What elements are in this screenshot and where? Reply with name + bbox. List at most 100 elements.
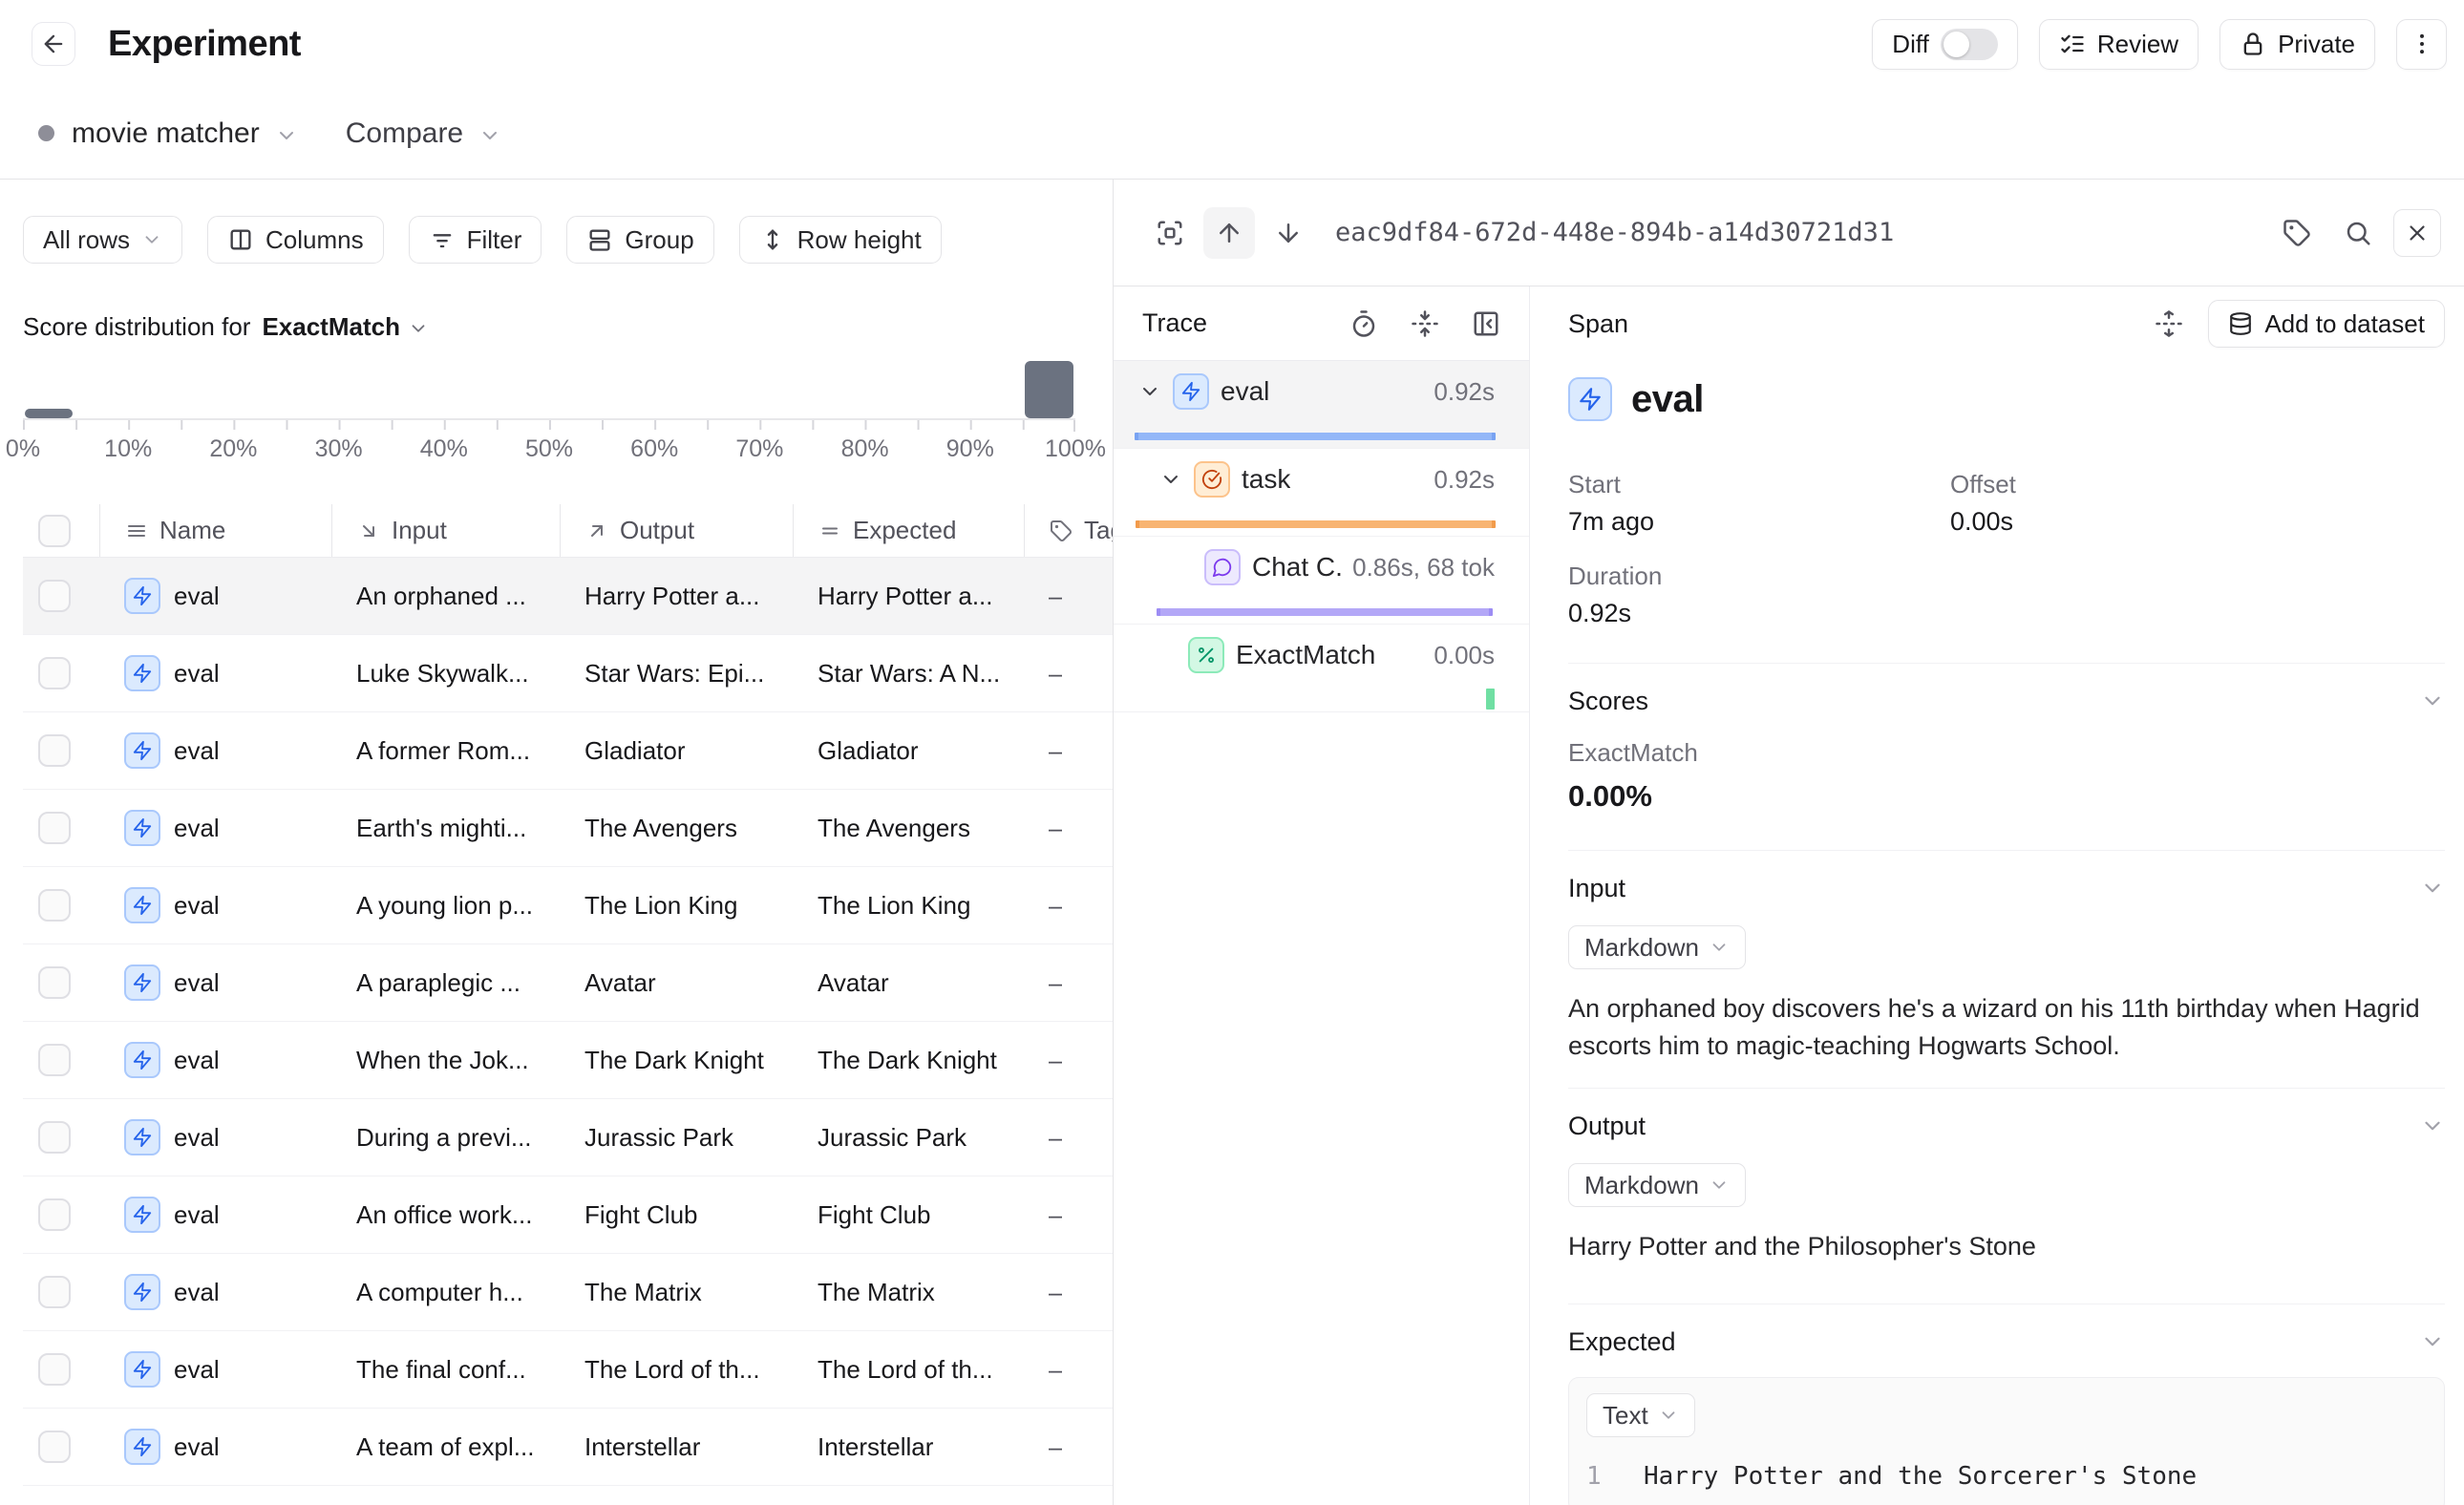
timeline-bar [1135, 433, 1496, 440]
timer-icon[interactable] [1349, 309, 1378, 338]
more-menu-button[interactable] [2396, 19, 2447, 70]
row-checkbox[interactable] [38, 734, 71, 767]
duration-value: 0.92s [1568, 599, 1950, 628]
row-output: Avatar [584, 968, 656, 998]
row-input: The final conf... [356, 1355, 526, 1385]
arrow-down-icon [1274, 219, 1303, 247]
table-row[interactable]: eval The final conf... The Lord of th...… [23, 1331, 1113, 1409]
diff-toggle-button[interactable]: Diff [1872, 19, 2018, 70]
private-label: Private [2278, 30, 2355, 59]
table-row[interactable]: eval An office work... Fight Club Fight … [23, 1176, 1113, 1254]
row-checkbox[interactable] [38, 1353, 71, 1386]
compare-selector[interactable]: Compare [346, 117, 463, 150]
span-name: task [1242, 464, 1290, 495]
table-row[interactable]: eval During a previ... Jurassic Park Jur… [23, 1099, 1113, 1176]
row-checkbox[interactable] [38, 1431, 71, 1463]
row-checkbox[interactable] [38, 1276, 71, 1308]
diff-toggle-switch[interactable] [1941, 29, 1998, 60]
table-row[interactable]: eval A young lion p... The Lion King The… [23, 867, 1113, 944]
input-format-dropdown[interactable]: Markdown [1568, 925, 1746, 969]
table-row[interactable]: eval A former Rom... Gladiator Gladiator… [23, 712, 1113, 790]
row-checkbox[interactable] [38, 1121, 71, 1154]
zap-icon [124, 578, 160, 614]
axis-tick-label: 70% [735, 435, 783, 463]
database-icon [2228, 311, 2253, 336]
back-button[interactable] [32, 22, 75, 66]
table-row[interactable]: eval Earth's mighti... The Avengers The … [23, 790, 1113, 867]
columns-button[interactable]: Columns [207, 216, 384, 264]
row-height-button[interactable]: Row height [739, 216, 942, 264]
column-header-output[interactable]: Output [560, 504, 793, 557]
trace-row-exactmatch[interactable]: ExactMatch 0.00s [1114, 625, 1529, 712]
arrow-down-right-icon [357, 519, 380, 542]
filter-icon [429, 226, 456, 253]
row-checkbox[interactable] [38, 580, 71, 612]
column-header-expected[interactable]: Expected [793, 504, 1024, 557]
private-button[interactable]: Private [2220, 19, 2375, 70]
score-distribution-selector[interactable]: Score distribution for ExactMatch [23, 311, 1113, 342]
trace-detail-pane: eac9df84-672d-448e-894b-a14d30721d31 [1114, 180, 2464, 1505]
chevron-down-icon[interactable] [1138, 380, 1161, 403]
table-row[interactable]: eval A computer h... The Matrix The Matr… [23, 1254, 1113, 1331]
group-button[interactable]: Group [566, 216, 713, 264]
panel-left-icon[interactable] [1472, 309, 1500, 338]
row-tags: – [1049, 891, 1062, 921]
table-row[interactable]: eval When the Jok... The Dark Knight The… [23, 1022, 1113, 1099]
input-section-header[interactable]: Input [1568, 851, 2445, 904]
row-checkbox[interactable] [38, 812, 71, 844]
review-button[interactable]: Review [2039, 19, 2198, 70]
collapse-vertical-icon[interactable] [1411, 309, 1439, 338]
rows-filter-dropdown[interactable]: All rows [23, 216, 182, 264]
table-row[interactable]: eval A team of expl... Interstellar Inte… [23, 1409, 1113, 1486]
chevron-down-icon[interactable] [1159, 468, 1182, 491]
tag-icon[interactable] [2271, 207, 2323, 259]
project-selector[interactable]: movie matcher [72, 117, 260, 150]
expected-format-dropdown[interactable]: Text [1586, 1393, 1695, 1437]
group-icon [586, 226, 613, 253]
expand-vertical-icon[interactable] [2155, 309, 2183, 338]
select-all-checkbox[interactable] [38, 515, 71, 547]
trace-row-eval[interactable]: eval 0.92s [1114, 361, 1529, 449]
focus-icon[interactable] [1144, 207, 1196, 259]
output-format-dropdown[interactable]: Markdown [1568, 1163, 1746, 1207]
trace-row-task[interactable]: task 0.92s [1114, 449, 1529, 537]
trace-id: eac9df84-672d-448e-894b-a14d30721d31 [1335, 218, 2263, 247]
table-row[interactable]: eval Luke Skywalk... Star Wars: Epi... S… [23, 635, 1113, 712]
chevron-down-icon [2420, 689, 2445, 713]
row-tags: – [1049, 659, 1062, 689]
search-icon[interactable] [2332, 207, 2384, 259]
row-checkbox[interactable] [38, 1198, 71, 1231]
span-detail: Span Add to dataset [1530, 286, 2464, 1505]
filter-button[interactable]: Filter [409, 216, 542, 264]
column-header-input[interactable]: Input [331, 504, 560, 557]
row-checkbox[interactable] [38, 657, 71, 689]
row-checkbox[interactable] [38, 889, 71, 922]
row-name: eval [174, 1123, 220, 1153]
axis-tick-label: 40% [420, 435, 468, 463]
histogram-axis-labels: 0% 10% 20% 30% 40% 50% 60% 70% [23, 435, 1075, 464]
trace-tree: Trace [1114, 286, 1530, 1505]
checklist-icon [2059, 31, 2086, 57]
scores-section-header[interactable]: Scores [1568, 664, 2445, 717]
previous-row-button[interactable] [1203, 207, 1255, 259]
chevron-down-icon [2420, 876, 2445, 901]
table-row[interactable]: eval An orphaned ... Harry Potter a... H… [23, 558, 1113, 635]
row-checkbox[interactable] [38, 1044, 71, 1076]
chevron-down-icon [2420, 1329, 2445, 1354]
close-panel-button[interactable] [2393, 209, 2441, 257]
row-checkbox[interactable] [38, 966, 71, 999]
histogram-bar-100pct[interactable] [1025, 361, 1073, 418]
output-section-header[interactable]: Output [1568, 1089, 2445, 1142]
column-header-name[interactable]: Name [99, 504, 331, 557]
table-row[interactable]: eval A paraplegic ... Avatar Avatar – [23, 944, 1113, 1022]
zap-icon [124, 810, 160, 846]
next-row-button[interactable] [1263, 207, 1314, 259]
add-to-dataset-button[interactable]: Add to dataset [2208, 300, 2445, 348]
zap-icon [124, 1197, 160, 1233]
column-header-tags[interactable]: Tags [1024, 504, 1114, 557]
row-name: eval [174, 1200, 220, 1230]
histogram-bar-0pct[interactable] [25, 409, 73, 418]
expected-section-header[interactable]: Expected [1568, 1304, 2445, 1358]
trace-row-chat-completion[interactable]: Chat C... 0.86s, 68 tok [1114, 537, 1529, 625]
row-output: Interstellar [584, 1432, 700, 1462]
